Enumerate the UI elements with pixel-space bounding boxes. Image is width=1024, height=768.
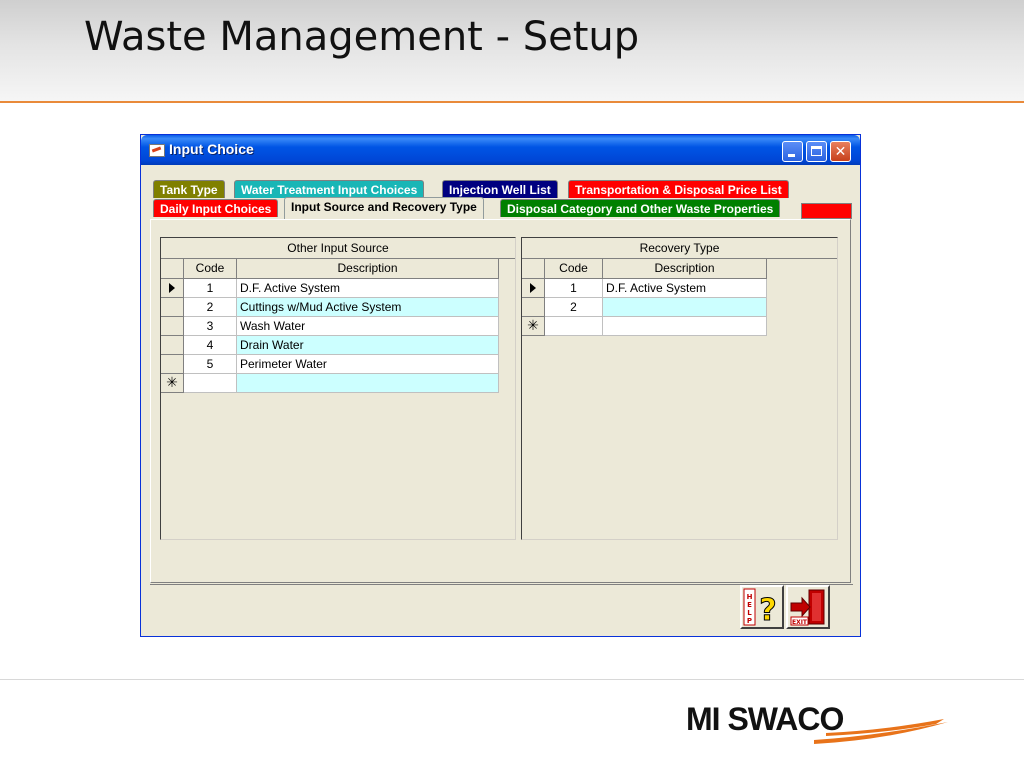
code-cell[interactable]: 4 (184, 336, 237, 355)
row-selector[interactable] (522, 279, 545, 298)
code-cell[interactable]: 2 (545, 298, 603, 317)
description-cell[interactable]: Drain Water (237, 336, 499, 355)
svg-text:E: E (747, 601, 752, 609)
column-header-description[interactable]: Description (603, 259, 767, 279)
tab-input-source-and-recovery-type[interactable]: Input Source and Recovery Type (284, 197, 484, 219)
close-icon: ✕ (834, 143, 847, 159)
description-cell[interactable]: Cuttings w/Mud Active System (237, 298, 499, 317)
slide-header: Waste Management - Setup (0, 0, 1024, 102)
current-row-arrow-icon (530, 282, 536, 293)
svg-text:?: ? (759, 593, 776, 627)
row-selector[interactable] (161, 355, 184, 374)
svg-text:L: L (747, 609, 752, 617)
row-selector[interactable] (522, 298, 545, 317)
other-input-source-grid[interactable]: Other Input Source Code Description 1 D.… (160, 237, 516, 540)
mi-swaco-logo: MI SWACO (686, 700, 956, 755)
minimize-button[interactable] (782, 141, 803, 162)
maximize-button[interactable] (806, 141, 827, 162)
row-selector[interactable] (161, 336, 184, 355)
row-selector-header (522, 259, 545, 279)
exit-icon: EXIT (790, 589, 825, 626)
description-cell[interactable] (603, 298, 767, 317)
maximize-icon (811, 146, 822, 156)
code-cell[interactable]: 2 (184, 298, 237, 317)
input-choice-window: Input Choice ✕ Tank Type Water Treatment… (140, 134, 861, 637)
code-cell[interactable]: 1 (545, 279, 603, 298)
window-title: Input Choice (169, 141, 254, 157)
new-row-selector[interactable]: ✳ (161, 374, 184, 393)
app-icon (149, 144, 165, 157)
new-description-cell[interactable] (603, 317, 767, 336)
tab-transportation-disposal-price-list[interactable]: Transportation & Disposal Price List (568, 180, 789, 198)
column-header-code[interactable]: Code (545, 259, 603, 279)
column-header-code[interactable]: Code (184, 259, 237, 279)
new-description-cell[interactable] (237, 374, 499, 393)
grid-caption: Other Input Source (161, 238, 515, 259)
svg-text:H: H (747, 593, 753, 601)
new-row-icon: ✳ (527, 317, 539, 333)
tab-daily-input-choices[interactable]: Daily Input Choices (153, 199, 279, 217)
tab-row-filler (801, 203, 852, 219)
code-cell[interactable]: 3 (184, 317, 237, 336)
close-button[interactable]: ✕ (830, 141, 851, 162)
slide-title: Waste Management - Setup (84, 14, 640, 60)
grid-caption: Recovery Type (522, 238, 837, 259)
row-selector[interactable] (161, 317, 184, 336)
new-code-cell[interactable] (545, 317, 603, 336)
current-row-arrow-icon (169, 282, 175, 293)
header-rule (0, 101, 1024, 103)
tab-tank-type[interactable]: Tank Type (153, 180, 225, 198)
column-header-description[interactable]: Description (237, 259, 499, 279)
new-row-icon: ✳ (166, 374, 178, 390)
new-code-cell[interactable] (184, 374, 237, 393)
description-cell[interactable]: D.F. Active System (603, 279, 767, 298)
logo-mark: MI SWACO (686, 701, 948, 744)
tab-injection-well-list[interactable]: Injection Well List (442, 180, 558, 198)
code-cell[interactable]: 5 (184, 355, 237, 374)
description-cell[interactable]: Perimeter Water (237, 355, 499, 374)
row-selector[interactable] (161, 279, 184, 298)
exit-button[interactable]: EXIT (786, 585, 830, 629)
help-button[interactable]: H E L P ? (740, 585, 784, 629)
row-selector-header (161, 259, 184, 279)
code-cell[interactable]: 1 (184, 279, 237, 298)
tab-disposal-category-and-other-waste-properties[interactable]: Disposal Category and Other Waste Proper… (500, 199, 781, 217)
minimize-icon (788, 154, 795, 157)
description-cell[interactable]: Wash Water (237, 317, 499, 336)
footer-rule (0, 679, 1024, 680)
row-selector[interactable] (161, 298, 184, 317)
help-icon: H E L P ? (743, 588, 777, 629)
title-bar[interactable]: Input Choice ✕ (141, 135, 860, 165)
recovery-type-grid[interactable]: Recovery Type Code Description 1 D.F. Ac… (521, 237, 838, 540)
svg-text:EXIT: EXIT (792, 619, 808, 626)
svg-text:MI SWACO: MI SWACO (686, 701, 843, 737)
tab-water-treatment-input-choices[interactable]: Water Treatment Input Choices (234, 180, 425, 198)
svg-text:P: P (747, 617, 752, 625)
new-row-selector[interactable]: ✳ (522, 317, 545, 336)
description-cell[interactable]: D.F. Active System (237, 279, 499, 298)
